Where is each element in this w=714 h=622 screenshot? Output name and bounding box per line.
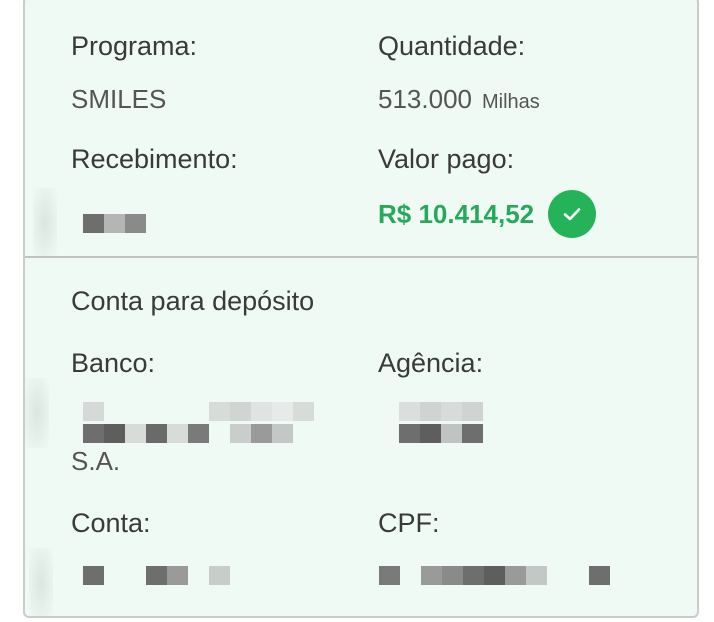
quantity-value-row: 513.000 Milhas xyxy=(378,84,540,115)
deposit-section-title: Conta para depósito xyxy=(71,286,315,316)
amount-paid-row: R$ 10.414,52 xyxy=(378,190,597,238)
bank-name-redacted-line1 xyxy=(83,402,314,421)
program-value: SMILES xyxy=(71,84,167,114)
account-label: Conta: xyxy=(71,508,151,538)
account-redacted xyxy=(83,566,230,585)
cpf-label: CPF: xyxy=(378,508,440,538)
quantity-unit: Milhas xyxy=(481,91,540,113)
bank-suffix: S.A. xyxy=(71,446,121,476)
receipt-label: Recebimento: xyxy=(71,144,238,174)
quantity-value: 513.000 xyxy=(378,84,472,114)
agency-redacted-line1 xyxy=(399,402,483,421)
purchase-details-card: Programa: SMILES Quantidade: 513.000 Milh… xyxy=(23,0,699,618)
agency-label: Agência: xyxy=(378,348,484,378)
cpf-redacted xyxy=(379,566,610,585)
bank-name-redacted-line2 xyxy=(83,424,293,443)
quantity-label: Quantidade: xyxy=(378,31,526,61)
section-divider xyxy=(25,256,697,258)
agency-redacted-line2 xyxy=(399,424,483,443)
program-label: Programa: xyxy=(71,31,198,61)
receipt-value-redacted xyxy=(83,214,146,233)
bank-label: Banco: xyxy=(71,348,156,378)
amount-paid-value: R$ 10.414,52 xyxy=(378,198,535,229)
check-circle-icon xyxy=(548,190,597,238)
amount-paid-label: Valor pago: xyxy=(378,144,515,174)
